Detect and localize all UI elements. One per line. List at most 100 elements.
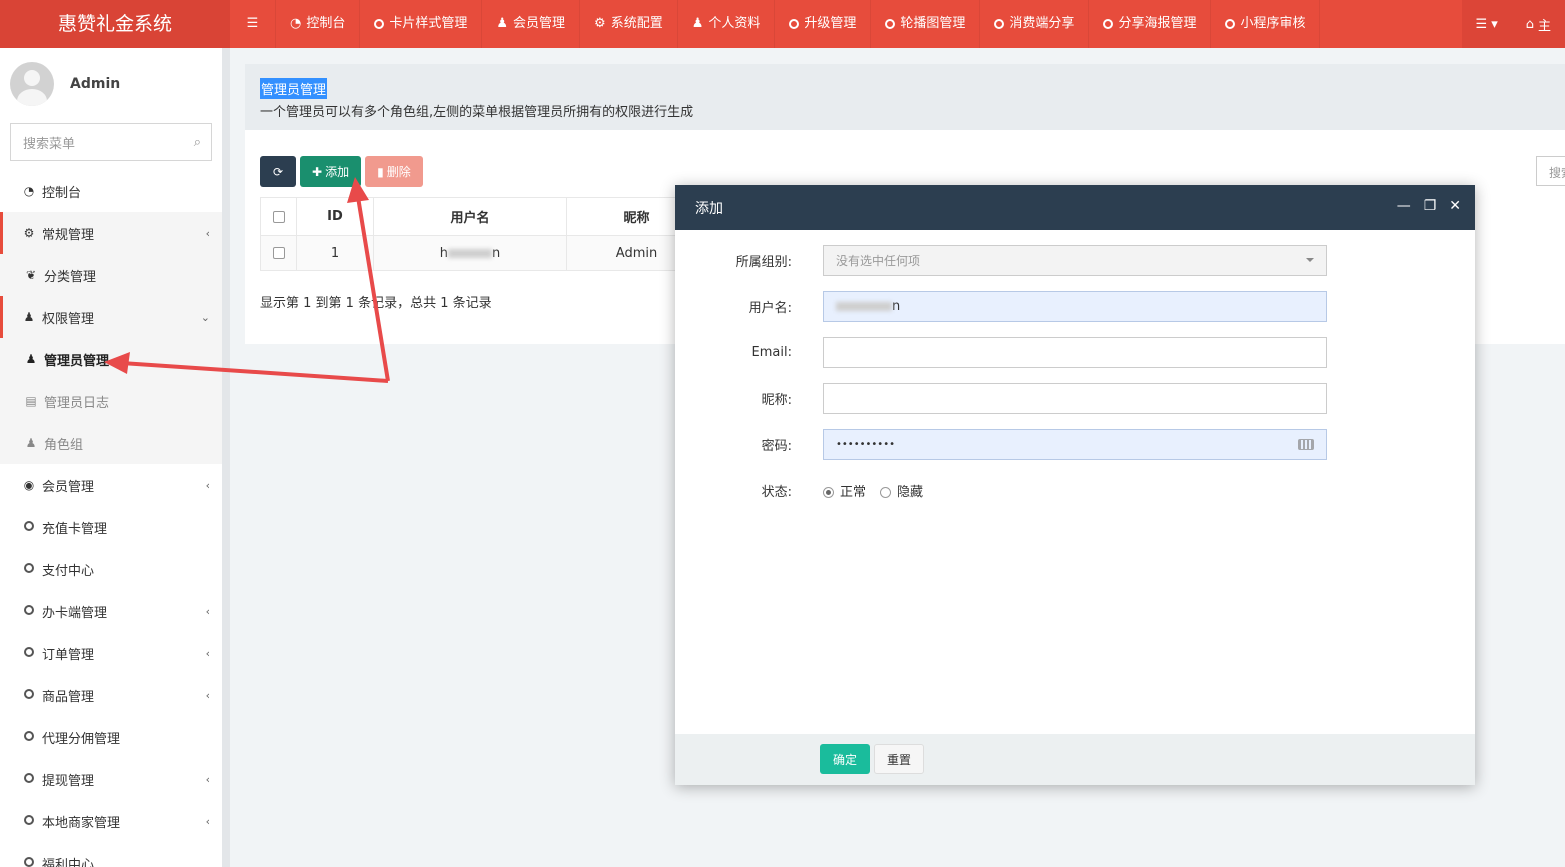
app-logo[interactable]: 惠赞礼金系统	[0, 0, 230, 48]
radio-hidden[interactable]	[880, 486, 892, 498]
sidebar-item-local-merchant[interactable]: 本地商家管理 ‹	[0, 800, 222, 842]
group-select[interactable]: 没有选中任何项	[823, 244, 1327, 276]
radio-normal[interactable]	[823, 486, 834, 498]
panel-header: 管理员管理 一个管理员可以有多个角色组,左侧的菜单根据管理员所拥有的权限进行生成	[245, 64, 1565, 130]
topnav-item-profile[interactable]: ♟ 个人资料	[678, 0, 776, 48]
circle-icon	[24, 563, 34, 573]
username-label: 用户名:	[748, 300, 792, 316]
sidebar-item-dashboard[interactable]: ◔ 控制台	[0, 170, 222, 212]
nickname-label: 昵称:	[761, 392, 792, 408]
chevron-down-icon: ⌄	[200, 310, 210, 324]
row-checkbox[interactable]	[272, 247, 285, 259]
sidebar-item-welfare[interactable]: 福利中心	[0, 842, 222, 867]
table-row[interactable]: 1 hn Admin	[260, 235, 707, 271]
home-button[interactable]: ⌂ 主	[1511, 0, 1565, 48]
more-menu-button[interactable]: ☰ ▾	[1461, 0, 1512, 48]
add-button[interactable]: ✚ 添加	[300, 156, 362, 187]
avatar	[10, 62, 54, 106]
keyboard-icon[interactable]	[1298, 438, 1314, 450]
sidebar-item-goods[interactable]: 商品管理 ‹	[0, 674, 222, 716]
sidebar-item-auth[interactable]: ♟ 权限管理 ⌄	[0, 296, 222, 338]
sidebar-item-withdraw[interactable]: 提现管理 ‹	[0, 758, 222, 800]
sidebar-item-category[interactable]: ❦ 分类管理	[0, 254, 222, 296]
username-input[interactable]: n	[823, 290, 1327, 322]
circle-icon	[24, 815, 34, 825]
sidebar-item-general[interactable]: ⚙ 常规管理 ‹	[0, 212, 222, 254]
topnav-item-card-style[interactable]: 卡片样式管理	[360, 0, 483, 48]
circle-icon	[24, 689, 34, 699]
sidebar-item-card-issuer[interactable]: 办卡端管理 ‹	[0, 590, 222, 632]
status-label: 状态:	[761, 484, 792, 500]
form-row-group: 所属组别: 没有选中任何项	[675, 244, 1475, 276]
user-circle-icon: ◉	[23, 478, 35, 492]
topnav-item-system-config[interactable]: ⚙ 系统配置	[580, 0, 678, 48]
group-label: 所属组别:	[735, 254, 792, 270]
circle-icon	[374, 19, 385, 29]
menu-toggle-button[interactable]: ☰	[230, 0, 276, 48]
topnav-item-consumer-share[interactable]: 消费端分享	[980, 0, 1090, 48]
top-bar: 惠赞礼金系统 ☰ ◔ 控制台 卡片样式管理 ♟ 会员管理 ⚙ 系统配置 ♟ 个人资料 升…	[0, 0, 1565, 48]
topnav-item-miniprogram-review[interactable]: 小程序审核	[1211, 0, 1321, 48]
reset-button[interactable]: 重置	[874, 744, 924, 774]
delete-button[interactable]: ▮ 删除	[365, 156, 423, 187]
topnav-item-poster[interactable]: 分享海报管理	[1089, 0, 1212, 48]
refresh-button[interactable]: ⟳	[260, 156, 296, 187]
topnav-item-upgrade[interactable]: 升级管理	[775, 0, 872, 48]
close-icon[interactable]: ✕	[1449, 198, 1461, 214]
dashboard-icon: ◔	[290, 16, 302, 31]
sidebar-divider	[222, 48, 230, 867]
chevron-left-icon: ‹	[205, 688, 210, 702]
sidebar-item-agent-commission[interactable]: 代理分佣管理	[0, 716, 222, 758]
gear-icon: ⚙	[594, 16, 606, 31]
top-right: ☰ ▾ ⌂ 主	[1461, 0, 1565, 48]
chevron-left-icon: ‹	[205, 226, 210, 240]
status-option-hidden[interactable]: 隐藏	[880, 481, 923, 500]
sidebar-item-role-group[interactable]: ♟ 角色组	[0, 422, 222, 464]
top-nav: ☰ ◔ 控制台 卡片样式管理 ♟ 会员管理 ⚙ 系统配置 ♟ 个人资料 升级管理 轮播图…	[230, 0, 1462, 48]
column-header-username[interactable]: 用户名	[373, 197, 567, 236]
column-header-id[interactable]: ID	[296, 197, 374, 236]
form-row-email: Email:	[675, 336, 1475, 368]
sidebar-item-members[interactable]: ◉ 会员管理 ‹	[0, 464, 222, 506]
home-icon: ⌂	[1525, 16, 1534, 32]
sidebar-item-payment[interactable]: 支付中心	[0, 548, 222, 590]
form-row-nickname: 昵称:	[675, 382, 1475, 414]
email-input[interactable]	[823, 336, 1327, 368]
select-all-checkbox[interactable]	[272, 210, 285, 223]
confirm-button[interactable]: 确定	[820, 744, 870, 774]
chevron-left-icon: ‹	[205, 814, 210, 828]
chevron-left-icon: ‹	[205, 772, 210, 786]
table-header-row: ID 用户名 昵称	[260, 197, 707, 236]
refresh-icon: ⟳	[272, 164, 284, 179]
sidebar-item-admin[interactable]: ♟ 管理员管理	[0, 338, 222, 380]
status-radio-group: 正常 隐藏	[823, 481, 923, 500]
chevron-left-icon: ‹	[205, 478, 210, 492]
password-input[interactable]: ••••••••••	[823, 428, 1327, 460]
user-name: Admin	[70, 76, 121, 92]
minimize-icon[interactable]: —	[1397, 198, 1411, 214]
chevron-left-icon: ‹	[205, 604, 210, 618]
side-menu: ◔ 控制台 ⚙ 常规管理 ‹ ❦ 分类管理 ♟ 权限管理 ⌄ ♟ 管理员管理 ▤ 管理员日志 ♟…	[0, 170, 222, 867]
topnav-item-carousel[interactable]: 轮播图管理	[871, 0, 981, 48]
nickname-input[interactable]	[823, 382, 1327, 414]
sidebar-item-recharge-card[interactable]: 充值卡管理	[0, 506, 222, 548]
chevron-left-icon: ‹	[205, 646, 210, 660]
caret-down-icon: ▾	[1491, 16, 1498, 32]
status-option-normal[interactable]: 正常	[823, 481, 866, 500]
dialog-title: 添加	[695, 200, 723, 217]
sidebar-item-admin-log[interactable]: ▤ 管理员日志	[0, 380, 222, 422]
cell-username: hn	[373, 235, 567, 271]
user-icon: ♟	[25, 352, 37, 366]
table-search-input[interactable]: 搜索	[1536, 156, 1565, 186]
caret-down-icon	[1306, 258, 1314, 262]
topnav-item-members[interactable]: ♟ 会员管理	[482, 0, 581, 48]
menu-search-input[interactable]: 搜索菜单 ⌕	[10, 123, 212, 161]
sidebar-item-orders[interactable]: 订单管理 ‹	[0, 632, 222, 674]
circle-icon	[994, 19, 1005, 29]
circle-icon	[24, 731, 34, 741]
hamburger-icon: ☰	[246, 16, 259, 31]
form-row-username: 用户名: n	[675, 290, 1475, 322]
page-description: 一个管理员可以有多个角色组,左侧的菜单根据管理员所拥有的权限进行生成	[260, 105, 694, 120]
topnav-item-dashboard[interactable]: ◔ 控制台	[276, 0, 361, 48]
maximize-icon[interactable]: ❐	[1424, 198, 1437, 214]
